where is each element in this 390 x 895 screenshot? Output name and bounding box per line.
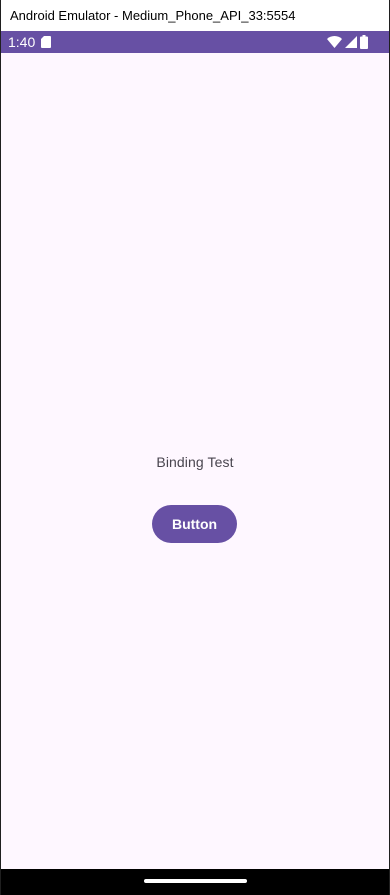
android-status-bar: 1:40 xyxy=(1,31,389,53)
home-gesture-handle[interactable] xyxy=(144,879,247,883)
window-title-bar: Android Emulator - Medium_Phone_API_33:5… xyxy=(1,0,389,31)
main-button[interactable]: Button xyxy=(152,505,237,543)
app-screen: Binding Test Button xyxy=(1,53,389,869)
sd-card-icon xyxy=(41,36,51,48)
cell-signal-icon xyxy=(345,36,357,48)
wifi-icon xyxy=(327,36,342,48)
battery-icon xyxy=(360,35,368,49)
window-title: Android Emulator - Medium_Phone_API_33:5… xyxy=(10,8,296,23)
status-icons xyxy=(327,35,368,49)
binding-text-label: Binding Test xyxy=(156,454,234,470)
android-navigation-bar xyxy=(1,869,389,895)
status-time: 1:40 xyxy=(8,34,36,50)
emulator-window: Android Emulator - Medium_Phone_API_33:5… xyxy=(0,0,390,895)
